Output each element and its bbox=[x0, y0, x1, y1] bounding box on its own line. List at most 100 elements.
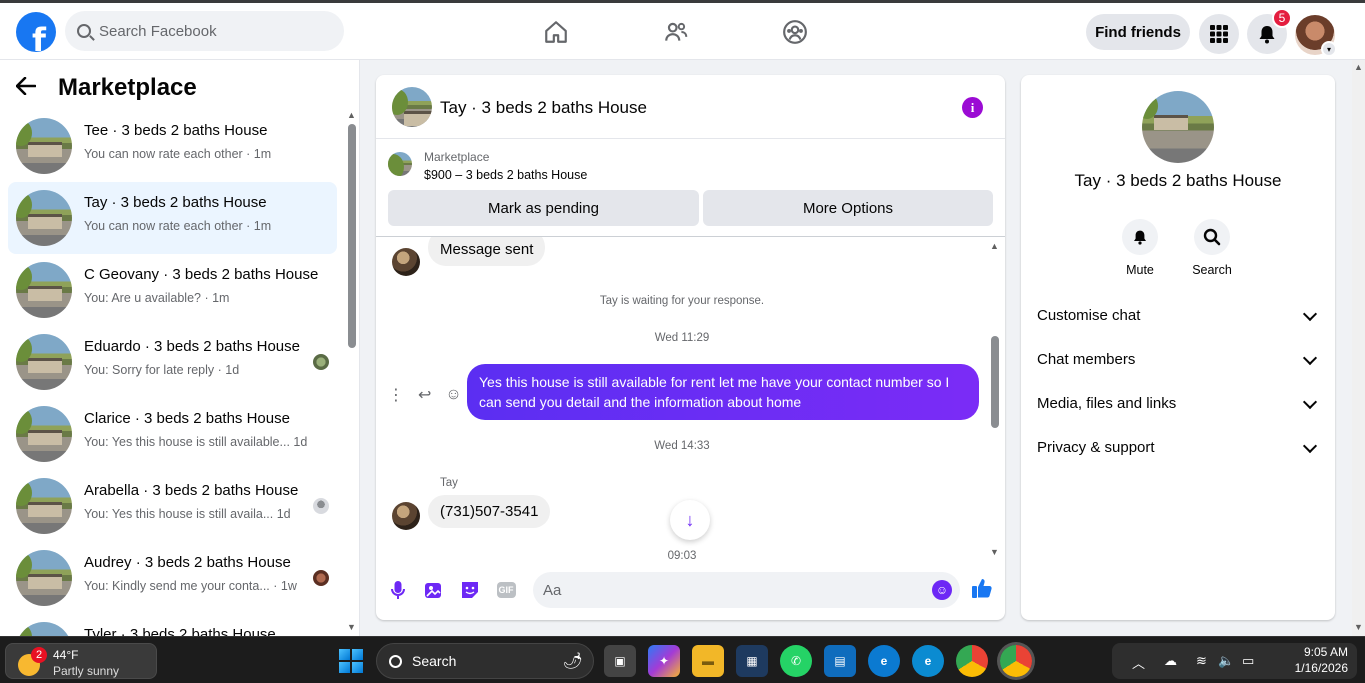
chat-members-section[interactable]: Chat members bbox=[1037, 350, 1319, 368]
timestamp: Wed 14:33 bbox=[654, 440, 710, 452]
chat-title[interactable]: Tay · 3 beds 2 baths House bbox=[440, 98, 647, 118]
message-actions: ⋮ ↩ ☺ bbox=[388, 385, 462, 405]
volume-icon[interactable]: 🔈 bbox=[1218, 653, 1234, 669]
microphone-icon[interactable] bbox=[387, 579, 409, 601]
conversation-item[interactable]: Tee · 3 beds 2 baths House You can now r… bbox=[8, 110, 337, 182]
wifi-icon[interactable]: ≋ bbox=[1196, 653, 1207, 669]
info-icon[interactable]: i bbox=[962, 97, 983, 118]
listing-price-title[interactable]: $900 – 3 beds 2 baths House bbox=[424, 168, 587, 182]
system-clock[interactable]: 9:05 AM 1/16/2026 bbox=[1268, 644, 1348, 676]
windows-start-icon[interactable] bbox=[339, 649, 363, 673]
scroll-up-arrow-icon[interactable]: ▲ bbox=[347, 110, 356, 120]
media-files-links-section[interactable]: Media, files and links bbox=[1037, 394, 1319, 412]
scroll-up-arrow-icon[interactable]: ▲ bbox=[990, 241, 999, 251]
battery-icon[interactable]: ▭ bbox=[1242, 653, 1254, 669]
taskbar-search[interactable]: Search 🌶 bbox=[376, 643, 594, 679]
chevron-down-icon bbox=[1302, 438, 1318, 454]
chat-listing-avatar[interactable] bbox=[392, 87, 432, 127]
customise-chat-section[interactable]: Customise chat bbox=[1037, 306, 1319, 324]
edge-profile-icon[interactable]: e bbox=[868, 645, 900, 677]
account-avatar[interactable]: ▾ bbox=[1295, 15, 1337, 57]
search-facebook-input[interactable]: Search Facebook bbox=[65, 11, 344, 51]
mark-as-pending-button[interactable]: Mark as pending bbox=[388, 190, 699, 226]
facebook-logo-icon[interactable]: f bbox=[16, 12, 56, 52]
edge-icon[interactable]: e bbox=[912, 645, 944, 677]
message-bubble-incoming-phone[interactable]: (731)507-3541 bbox=[428, 495, 551, 528]
conversation-title: Eduardo · 3 beds 2 baths House bbox=[84, 338, 300, 355]
sticker-icon[interactable] bbox=[459, 579, 481, 601]
scroll-down-arrow-icon[interactable]: ▼ bbox=[990, 547, 999, 557]
marketplace-header: Marketplace bbox=[15, 74, 197, 102]
friends-icon[interactable] bbox=[662, 18, 690, 46]
chat-details-panel: Tay · 3 beds 2 baths House Mute Search C… bbox=[1021, 75, 1335, 620]
top-navigation-bar: f Search Facebook Find friends 5 ▾ bbox=[0, 0, 1365, 60]
conversation-item[interactable]: Eduardo · 3 beds 2 baths House You: Sorr… bbox=[8, 326, 337, 398]
microsoft-store-icon[interactable]: ▦ bbox=[736, 645, 768, 677]
listing-thumbnail bbox=[16, 406, 72, 462]
conversation-title: C Geovany · 3 beds 2 baths House bbox=[84, 266, 319, 283]
news-app-icon[interactable]: ▤ bbox=[824, 645, 856, 677]
listing-thumbnail[interactable] bbox=[388, 152, 412, 176]
file-explorer-icon[interactable]: ▬ bbox=[692, 645, 724, 677]
copilot-icon[interactable]: ✦ bbox=[648, 645, 680, 677]
whatsapp-icon[interactable]: ✆ bbox=[780, 645, 812, 677]
conversation-item[interactable]: Audrey · 3 beds 2 baths House You: Kindl… bbox=[8, 542, 337, 614]
weather-widget[interactable]: 2 44°F Partly sunny bbox=[5, 643, 157, 679]
menu-grid-icon[interactable] bbox=[1199, 14, 1239, 54]
conversation-item-active[interactable]: Tay · 3 beds 2 baths House You can now r… bbox=[8, 182, 337, 254]
listing-large-avatar[interactable] bbox=[1142, 91, 1214, 163]
message-bubble-incoming[interactable]: Message sent bbox=[428, 237, 546, 266]
conversation-item[interactable]: Arabella · 3 beds 2 baths House You: Yes… bbox=[8, 470, 337, 542]
scroll-to-bottom-arrow-icon[interactable]: ↓ bbox=[670, 500, 710, 540]
window-scrollbar[interactable]: ▲ ▼ bbox=[1352, 60, 1365, 636]
sender-avatar[interactable] bbox=[392, 248, 420, 276]
find-friends-button[interactable]: Find friends bbox=[1086, 14, 1190, 50]
sender-avatar[interactable] bbox=[392, 502, 420, 530]
message-input[interactable]: Aa ☺ bbox=[533, 572, 960, 608]
scroll-down-arrow-icon[interactable]: ▼ bbox=[347, 622, 356, 632]
message-input-placeholder: Aa bbox=[543, 581, 562, 599]
back-arrow-icon[interactable] bbox=[15, 74, 44, 102]
task-view-icon[interactable]: ▣ bbox=[604, 645, 636, 677]
conversation-item[interactable]: Clarice · 3 beds 2 baths House You: Yes … bbox=[8, 398, 337, 470]
conversation-title: Tee · 3 beds 2 baths House bbox=[84, 122, 268, 139]
more-dots-icon[interactable]: ⋮ bbox=[388, 385, 404, 405]
gif-icon[interactable]: GIF bbox=[495, 579, 517, 601]
privacy-support-section[interactable]: Privacy & support bbox=[1037, 438, 1319, 456]
groups-icon[interactable] bbox=[781, 18, 809, 46]
photo-attach-icon[interactable] bbox=[423, 579, 445, 601]
thumbs-up-like-icon[interactable] bbox=[971, 577, 993, 599]
chevron-up-icon[interactable]: ︿ bbox=[1132, 653, 1145, 672]
conversation-title: Arabella · 3 beds 2 baths House bbox=[84, 482, 299, 499]
listing-thumbnail bbox=[16, 478, 72, 534]
search-in-chat-button[interactable]: Search bbox=[1180, 219, 1244, 277]
react-emoji-icon[interactable]: ☺ bbox=[445, 386, 461, 404]
more-options-button[interactable]: More Options bbox=[703, 190, 993, 226]
sender-name: Tay bbox=[440, 477, 458, 489]
scroll-up-arrow-icon[interactable]: ▲ bbox=[1354, 62, 1363, 72]
conversation-title: Tay · 3 beds 2 baths House bbox=[84, 194, 267, 211]
conversation-item[interactable]: Tyler · 3 beds 2 baths House bbox=[8, 614, 337, 636]
chrome-icon[interactable] bbox=[956, 645, 988, 677]
emoji-icon[interactable]: ☺ bbox=[932, 580, 952, 600]
scroll-down-arrow-icon[interactable]: ▼ bbox=[1354, 622, 1363, 632]
chat-header: Tay · 3 beds 2 baths House i bbox=[376, 75, 1005, 139]
conversation-list-scrollbar[interactable]: ▲ ▼ bbox=[347, 110, 356, 632]
reply-icon[interactable]: ↩ bbox=[418, 385, 431, 405]
conversation-snippet: You: Yes this house is still available..… bbox=[84, 435, 308, 449]
conversation-item[interactable]: C Geovany · 3 beds 2 baths House You: Ar… bbox=[8, 254, 337, 326]
page-title: Marketplace bbox=[58, 74, 197, 101]
conversation-snippet: You: Kindly send me your conta... · 1w bbox=[84, 579, 297, 593]
scrollbar-thumb[interactable] bbox=[991, 336, 999, 428]
message-bubble-outgoing[interactable]: Yes this house is still available for re… bbox=[467, 364, 979, 420]
read-receipt-avatar bbox=[313, 498, 329, 514]
chrome-active-icon[interactable] bbox=[1000, 645, 1032, 677]
onedrive-cloud-icon[interactable]: ☁ bbox=[1164, 653, 1177, 669]
scrollbar-thumb[interactable] bbox=[348, 124, 356, 348]
home-icon[interactable] bbox=[542, 18, 570, 46]
chevron-down-icon bbox=[1302, 350, 1318, 366]
mute-button[interactable]: Mute bbox=[1108, 219, 1172, 277]
listing-thumbnail bbox=[16, 622, 72, 636]
thread-scrollbar[interactable]: ▲ ▼ bbox=[990, 237, 1002, 562]
chevron-down-icon bbox=[1302, 394, 1318, 410]
